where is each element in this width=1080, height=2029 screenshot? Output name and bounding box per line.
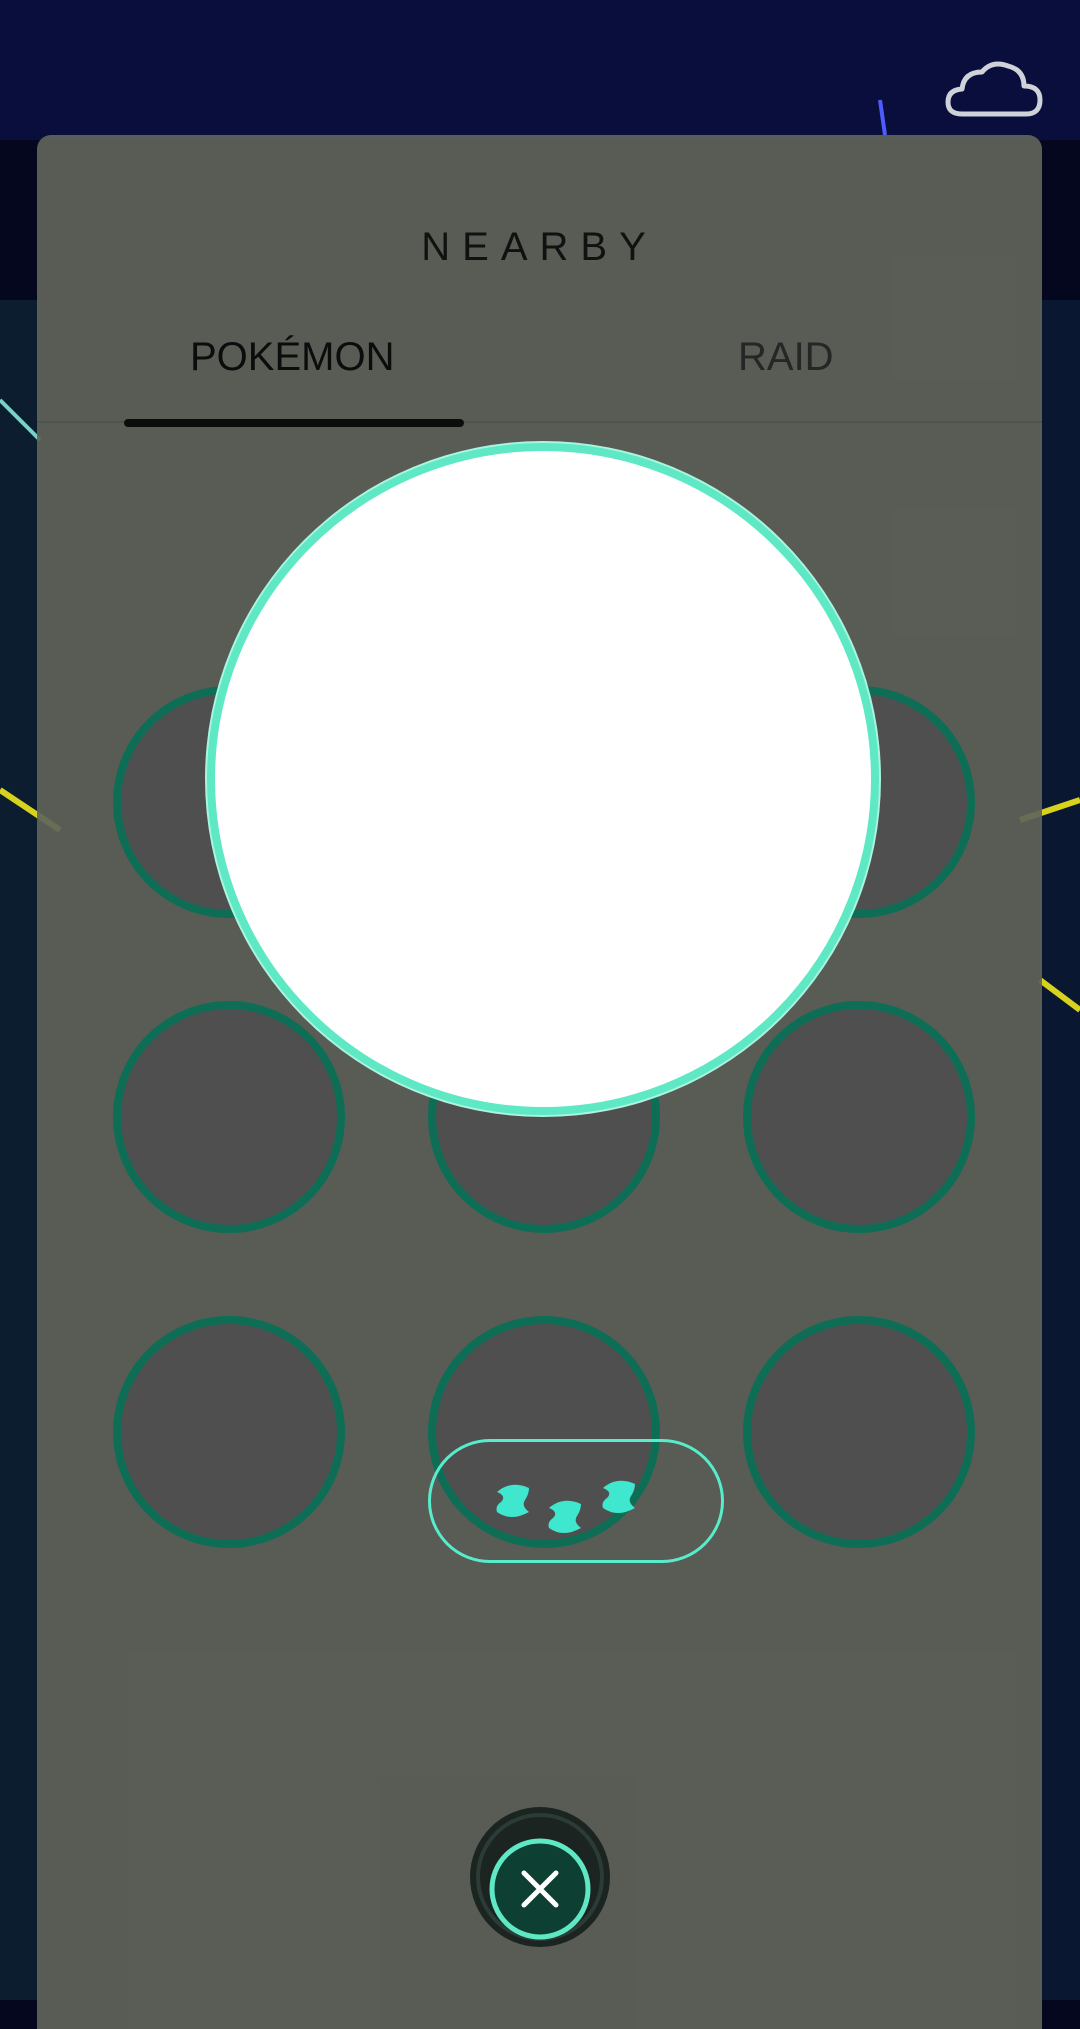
pokemon-slot[interactable] <box>743 1316 975 1548</box>
cloud-icon <box>945 61 1043 117</box>
weather-button[interactable] <box>940 52 1050 132</box>
pokemon-preview-circle <box>207 443 879 1115</box>
pokemon-slot[interactable] <box>743 1001 975 1233</box>
close-button[interactable] <box>470 1807 610 1947</box>
pokemon-slot[interactable] <box>113 1316 345 1548</box>
close-icon <box>476 1813 604 1941</box>
tracks-indicator <box>428 1439 724 1563</box>
tab-raid[interactable]: RAID <box>738 335 834 380</box>
panel-title: NEARBY <box>421 225 658 269</box>
footprint-icon <box>496 1480 635 1533</box>
pokemon-slot[interactable] <box>113 1001 345 1233</box>
active-tab-indicator <box>124 419 464 427</box>
tab-pokemon[interactable]: POKÉMON <box>190 335 394 380</box>
